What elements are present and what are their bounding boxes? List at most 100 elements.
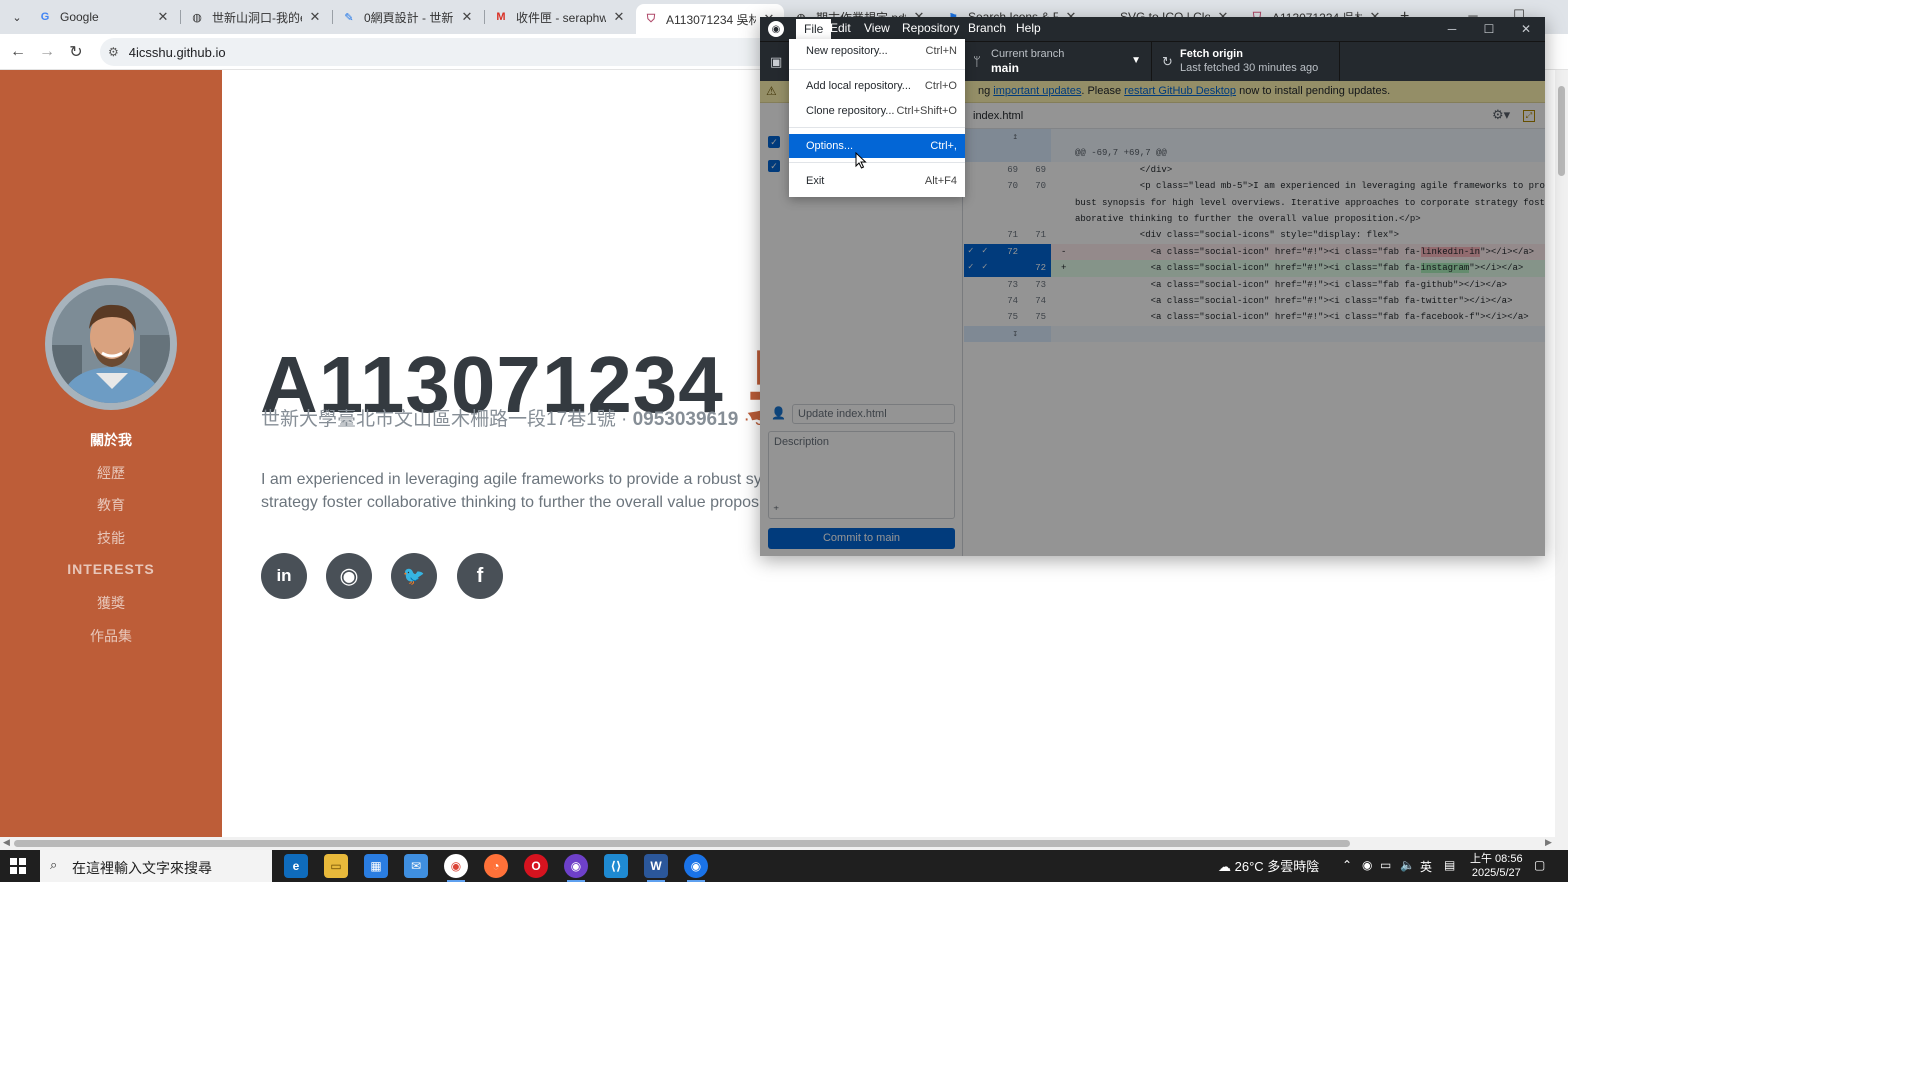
- close-icon[interactable]: ✕: [1508, 19, 1544, 39]
- github-desktop-icon[interactable]: ◉: [564, 854, 588, 882]
- repo-icon: ▣: [770, 54, 783, 69]
- tab-close-icon[interactable]: ✕: [308, 9, 322, 25]
- file-explorer-icon[interactable]: ▭: [324, 854, 348, 878]
- facebook-icon[interactable]: f: [457, 553, 503, 599]
- nav-skills[interactable]: 技能: [0, 528, 222, 548]
- opera-icon[interactable]: O: [524, 854, 548, 878]
- windows-start-icon[interactable]: [10, 858, 26, 874]
- menu-item-shortcut: Ctrl+,: [930, 140, 957, 152]
- weather-widget[interactable]: ☁ 26°C 多雲時陰: [1218, 856, 1319, 875]
- nav-experience[interactable]: 經歷: [0, 463, 222, 483]
- menu-branch[interactable]: Branch: [968, 21, 1006, 35]
- time-text: 上午 08:56: [1470, 853, 1523, 865]
- tab-web-design[interactable]: ✎ 0網頁設計 - 世新大學 ✕: [334, 4, 482, 30]
- pen-icon: ✎: [344, 11, 354, 24]
- profile-avatar: [45, 278, 177, 410]
- resume-sidebar: 關於我 經歷 教育 技能 INTERESTS 獲獎 作品集: [0, 70, 222, 837]
- menu-item-options[interactable]: Options... Ctrl+,: [789, 134, 965, 158]
- tab-title: Google: [60, 10, 99, 24]
- branch-selector[interactable]: ᛘ Current branch main ▼: [963, 42, 1152, 82]
- clock[interactable]: 上午 08:56 2025/5/27: [1470, 852, 1523, 880]
- fetch-label: Fetch origin: [1180, 48, 1243, 60]
- tab-close-icon[interactable]: ✕: [612, 9, 626, 25]
- tab-close-icon[interactable]: ✕: [460, 9, 474, 25]
- branch-icon: ᛘ: [973, 54, 981, 69]
- firefox-icon[interactable]: ◔: [484, 854, 508, 878]
- scroll-right-icon[interactable]: ▶: [1545, 837, 1552, 848]
- chrome-icon[interactable]: ◉: [444, 854, 468, 882]
- horizontal-scrollbar[interactable]: ◀ ▶: [0, 837, 1568, 850]
- chevron-up-icon[interactable]: ⌃: [1342, 858, 1352, 872]
- input-mode-icon[interactable]: ▤: [1444, 858, 1455, 872]
- nav-portfolio[interactable]: 作品集: [0, 626, 222, 646]
- gmail-icon: M: [496, 11, 506, 23]
- branch-label: Current branch: [991, 48, 1065, 60]
- profile-photo: [52, 285, 170, 403]
- nav-interests[interactable]: INTERESTS: [0, 561, 222, 577]
- menu-item-label: Clone repository...: [806, 105, 895, 117]
- fetch-origin-button[interactable]: ↻ Fetch origin Last fetched 30 minutes a…: [1152, 42, 1340, 82]
- menu-file[interactable]: File: [796, 19, 832, 41]
- vscode-icon[interactable]: ⟨⟩: [604, 854, 628, 878]
- back-arrow-icon[interactable]: ←: [5, 39, 31, 65]
- github-icon[interactable]: ◉: [326, 553, 372, 599]
- menu-view[interactable]: View: [864, 21, 890, 35]
- menu-separator: [789, 127, 965, 128]
- tab-search-chevron-icon[interactable]: ⌄: [6, 6, 28, 28]
- notification-icon[interactable]: ▢: [1534, 858, 1545, 872]
- store-icon[interactable]: ▦: [364, 854, 388, 878]
- maximize-icon[interactable]: ☐: [1471, 19, 1507, 39]
- word-icon[interactable]: W: [644, 854, 668, 882]
- volume-icon[interactable]: 🔈: [1400, 858, 1415, 872]
- menu-repository[interactable]: Repository: [902, 21, 959, 35]
- menu-edit[interactable]: Edit: [830, 21, 851, 35]
- tab-gmail[interactable]: M 收件匣 - seraphwu@ ✕: [486, 4, 634, 30]
- reload-icon[interactable]: ↻: [63, 39, 89, 65]
- tab-title: 收件匣 - seraphwu@: [516, 10, 606, 25]
- nav-about[interactable]: 關於我: [0, 430, 222, 450]
- url-text: 4icsshu.github.io: [128, 44, 226, 60]
- menu-item-exit[interactable]: Exit Alt+F4: [789, 169, 965, 193]
- tab-title: 世新山洞口-我的e入口: [212, 10, 302, 25]
- date-text: 2025/5/27: [1471, 867, 1521, 879]
- scroll-left-icon[interactable]: ◀: [3, 837, 10, 848]
- linkedin-icon[interactable]: in: [261, 553, 307, 599]
- menu-item-label: Exit: [806, 175, 825, 187]
- taskbar-search-box[interactable]: ⌕ 在這裡輸入文字來搜尋: [40, 850, 272, 882]
- scroll-thumb[interactable]: [14, 840, 1350, 847]
- chrome-canary-icon[interactable]: ◉: [684, 854, 708, 882]
- ime-indicator[interactable]: 英: [1420, 858, 1432, 875]
- forward-arrow-icon[interactable]: →: [34, 39, 60, 65]
- menu-item-new-repository[interactable]: New repository... Ctrl+N: [789, 39, 965, 63]
- scroll-thumb[interactable]: [1558, 86, 1565, 176]
- tab-google[interactable]: G Google ✕: [30, 4, 178, 30]
- tab-separator: [332, 10, 333, 24]
- menu-item-add-local-repository[interactable]: Add local repository... Ctrl+O: [789, 74, 965, 98]
- menu-item-label: Add local repository...: [806, 80, 911, 92]
- github-pages-icon: ⛉: [646, 12, 656, 25]
- tab-separator: [484, 10, 485, 24]
- tab-shu-portal[interactable]: ◍ 世新山洞口-我的e入口 ✕: [182, 4, 330, 30]
- chrome-tray-icon[interactable]: ◉: [1362, 858, 1372, 872]
- globe-icon: ◍: [192, 11, 202, 24]
- github-logo-icon: ◉: [768, 21, 784, 37]
- edge-icon[interactable]: e: [284, 854, 308, 878]
- nav-awards[interactable]: 獲獎: [0, 593, 222, 613]
- menu-item-clone-repository[interactable]: Clone repository... Ctrl+Shift+O: [789, 99, 965, 123]
- nav-education[interactable]: 教育: [0, 495, 222, 515]
- tab-close-icon[interactable]: ✕: [156, 9, 170, 25]
- chevron-down-icon: ▼: [1131, 55, 1141, 66]
- windows-taskbar: ⌕ 在這裡輸入文字來搜尋 e ▭ ▦ ✉ ◉ ◔ O ◉ ⟨⟩ W ◉ ☁ 26…: [0, 850, 1568, 882]
- site-settings-icon[interactable]: ⚙: [108, 45, 119, 59]
- vertical-scrollbar[interactable]: [1555, 70, 1568, 837]
- search-icon: ⌕: [50, 857, 58, 872]
- mail-icon[interactable]: ✉: [404, 854, 428, 878]
- search-placeholder: 在這裡輸入文字來搜尋: [72, 860, 212, 876]
- twitter-icon[interactable]: 🐦: [391, 553, 437, 599]
- tab-separator: [180, 10, 181, 24]
- menu-item-label: Options...: [806, 140, 854, 152]
- minimize-icon[interactable]: ─: [1434, 19, 1470, 39]
- network-icon[interactable]: ▭: [1380, 858, 1391, 872]
- address-text: 世新大學臺北市文山區木柵路一段17巷1號 ·: [261, 409, 633, 430]
- menu-help[interactable]: Help: [1016, 21, 1041, 35]
